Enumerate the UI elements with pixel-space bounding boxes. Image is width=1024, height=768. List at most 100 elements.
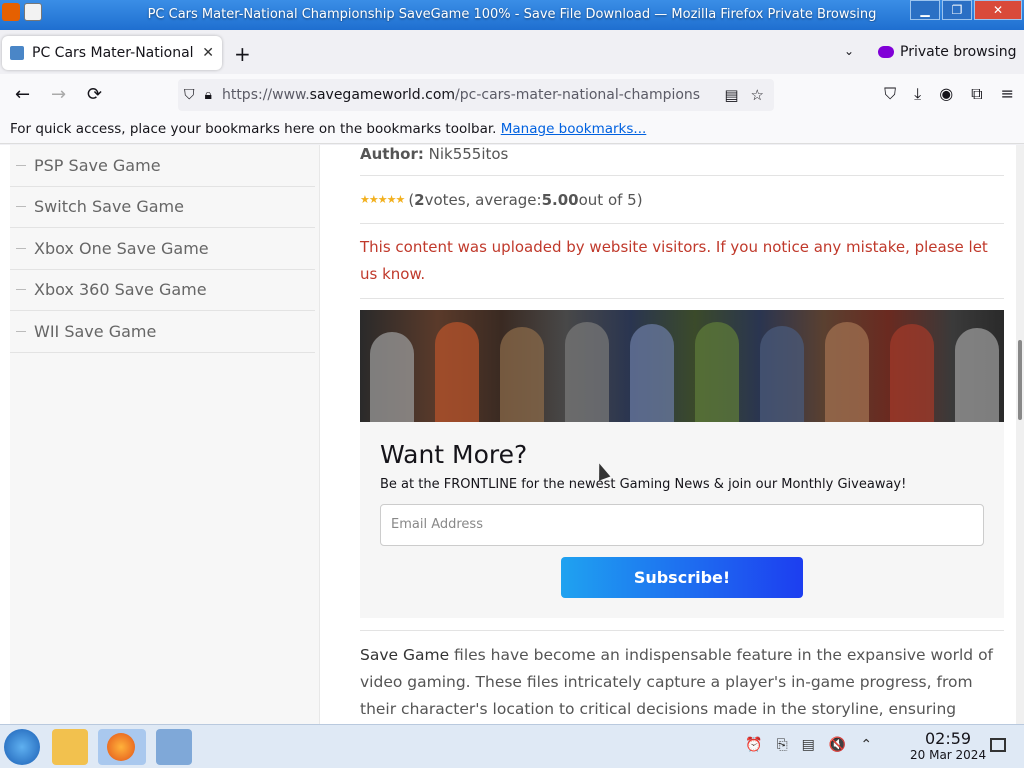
bookmark-star-icon[interactable]: ☆ xyxy=(751,86,764,104)
bookmarks-toolbar: For quick access, place your bookmarks h… xyxy=(0,116,1024,144)
sidebar-item-label: WII Save Game xyxy=(34,321,157,341)
url-text[interactable]: https://www.savegameworld.com/pc-cars-ma… xyxy=(222,87,714,103)
alarm-icon[interactable]: ⏰ xyxy=(745,737,762,753)
tab-close-icon[interactable]: ✕ xyxy=(202,45,214,61)
rating-votes: 2 xyxy=(414,190,425,209)
url-prefix: https://www. xyxy=(221,87,310,103)
sidebar-item-wii[interactable]: WII Save Game xyxy=(10,311,315,353)
system-settings-icon[interactable] xyxy=(156,729,192,765)
sidebar-item-switch[interactable]: Switch Save Game xyxy=(10,187,315,228)
sidebar-item-label: Xbox One Save Game xyxy=(34,238,209,258)
list-all-tabs-button[interactable]: ⌄ xyxy=(844,44,854,58)
tray-expand-icon[interactable]: ⌃ xyxy=(860,737,872,753)
sidebar-item-label: Switch Save Game xyxy=(34,197,184,217)
reload-button[interactable]: ⟳ xyxy=(87,84,102,105)
start-button[interactable] xyxy=(4,729,40,765)
show-desktop-button[interactable] xyxy=(990,738,1006,752)
article-body: Save Game files have become an indispens… xyxy=(360,631,1004,724)
character-figure xyxy=(890,324,934,422)
clock[interactable]: 02:59 20 Mar 2024 xyxy=(910,729,986,762)
promo-subheading: Be at the FRONTLINE for the newest Gamin… xyxy=(380,477,907,492)
email-field[interactable]: Email Address xyxy=(380,504,984,546)
file-manager-icon[interactable] xyxy=(52,729,88,765)
back-button[interactable]: ← xyxy=(15,84,30,105)
tracking-protection-shield-icon[interactable]: ⛉ xyxy=(184,87,195,103)
window-title: PC Cars Mater-National Championship Save… xyxy=(147,7,877,22)
sidebar-item-label: Xbox 360 Save Game xyxy=(34,280,207,300)
character-figure xyxy=(435,322,479,422)
character-figure xyxy=(370,332,414,422)
lock-icon[interactable]: 🔒︎ xyxy=(205,87,212,103)
close-button[interactable]: ✕ xyxy=(974,0,1022,20)
scrollbar-thumb[interactable] xyxy=(1018,340,1022,420)
visitor-upload-notice: This content was uploaded by website vis… xyxy=(360,224,1004,299)
character-figure xyxy=(825,322,869,422)
window-titlebar: PC Cars Mater-National Championship Save… xyxy=(0,0,1024,30)
minimize-button[interactable]: ▁ xyxy=(910,0,940,20)
system-tray: ⏰ ⎘ ▤ 🔇 ⌃ xyxy=(745,737,872,753)
dash-icon xyxy=(16,164,26,166)
forward-button[interactable]: → xyxy=(51,84,66,105)
new-tab-button[interactable]: + xyxy=(234,42,251,66)
firefox-logo-icon xyxy=(107,733,135,761)
rating-average: 5.00 xyxy=(541,190,579,209)
url-path: /pc-cars-mater-national-champions xyxy=(455,87,701,103)
volume-muted-icon[interactable]: 🔇 xyxy=(829,737,846,753)
reader-view-icon[interactable]: ▤ xyxy=(724,86,738,104)
rating-stars-icon[interactable]: ★★★★★ xyxy=(360,193,405,206)
clock-date: 20 Mar 2024 xyxy=(910,748,987,762)
private-browsing-indicator: Private browsing xyxy=(878,44,1017,60)
dash-icon xyxy=(16,330,26,332)
sidebar-item-label: PSP Save Game xyxy=(34,155,161,175)
author-line: Author: Nik555itos xyxy=(360,145,1004,176)
private-browsing-label: Private browsing xyxy=(900,44,1017,60)
sidebar-item-psp[interactable]: PSP Save Game xyxy=(10,145,315,187)
firefox-taskbar-icon[interactable] xyxy=(98,729,146,765)
character-figure xyxy=(500,327,544,422)
maximize-button[interactable]: ❐ xyxy=(942,0,972,20)
sidebar-item-xbox-one[interactable]: Xbox One Save Game xyxy=(10,228,315,270)
rating-row: ★★★★★ (2 votes, average: 5.00 out of 5) xyxy=(360,176,1004,224)
rating-votes-text: votes, average: xyxy=(424,190,542,209)
character-figure xyxy=(760,326,804,422)
url-host: savegameworld.com xyxy=(309,87,456,103)
promo-heading: Want More? xyxy=(380,440,528,469)
game-characters-banner xyxy=(360,310,1004,422)
clipboard-icon[interactable]: ⎘ xyxy=(776,737,787,753)
tab-strip: PC Cars Mater-National C ✕ + ⌄ Private b… xyxy=(0,30,1024,74)
body-highlight[interactable]: Save Game xyxy=(360,646,449,664)
author-label: Author: xyxy=(360,145,424,163)
clock-time: 02:59 xyxy=(924,729,972,748)
category-sidebar: PSP Save Game Switch Save Game Xbox One … xyxy=(10,145,320,724)
character-figure xyxy=(955,328,999,422)
rating-out-of: out of 5) xyxy=(578,190,643,209)
newsletter-promo: Want More? Be at the FRONTLINE for the n… xyxy=(360,310,1004,618)
page-viewport: PSP Save Game Switch Save Game Xbox One … xyxy=(0,145,1024,724)
taskbar: ⏰ ⎘ ▤ 🔇 ⌃ 02:59 20 Mar 2024 xyxy=(0,724,1024,768)
dash-icon xyxy=(16,289,26,291)
dash-icon xyxy=(16,247,26,249)
dash-icon xyxy=(16,206,26,208)
character-figure xyxy=(565,322,609,422)
character-figure xyxy=(695,322,739,422)
manage-bookmarks-link[interactable]: Manage bookmarks... xyxy=(501,121,647,137)
app-menu-icon[interactable]: ≡ xyxy=(1001,84,1014,104)
url-bar[interactable]: ⛉ 🔒︎ https://www.savegameworld.com/pc-ca… xyxy=(178,79,774,111)
article-content: Author: Nik555itos ★★★★★ (2 votes, avera… xyxy=(360,145,1004,724)
account-icon[interactable]: ◉ xyxy=(939,84,953,104)
tab-title: PC Cars Mater-National C xyxy=(32,45,197,61)
storage-icon[interactable]: ▤ xyxy=(802,737,815,753)
private-mask-icon xyxy=(878,46,894,58)
page-scrollbar[interactable] xyxy=(1016,145,1024,724)
subscribe-button[interactable]: Subscribe! xyxy=(561,557,803,598)
extensions-icon[interactable]: ⧉ xyxy=(971,84,982,104)
character-figure xyxy=(630,324,674,422)
body-text: files have become an indispensable featu… xyxy=(360,646,994,718)
tab-active[interactable]: PC Cars Mater-National C ✕ xyxy=(2,36,222,70)
author-name: Nik555itos xyxy=(428,145,509,163)
sidebar-item-xbox-360[interactable]: Xbox 360 Save Game xyxy=(10,270,315,311)
navigation-toolbar: ← → ⟳ ⛉ 🔒︎ https://www.savegameworld.com… xyxy=(0,74,1024,116)
pocket-icon[interactable]: ⛉ xyxy=(884,84,896,104)
downloads-icon[interactable]: ⤓ xyxy=(914,84,921,104)
bookmarks-hint: For quick access, place your bookmarks h… xyxy=(10,121,497,137)
